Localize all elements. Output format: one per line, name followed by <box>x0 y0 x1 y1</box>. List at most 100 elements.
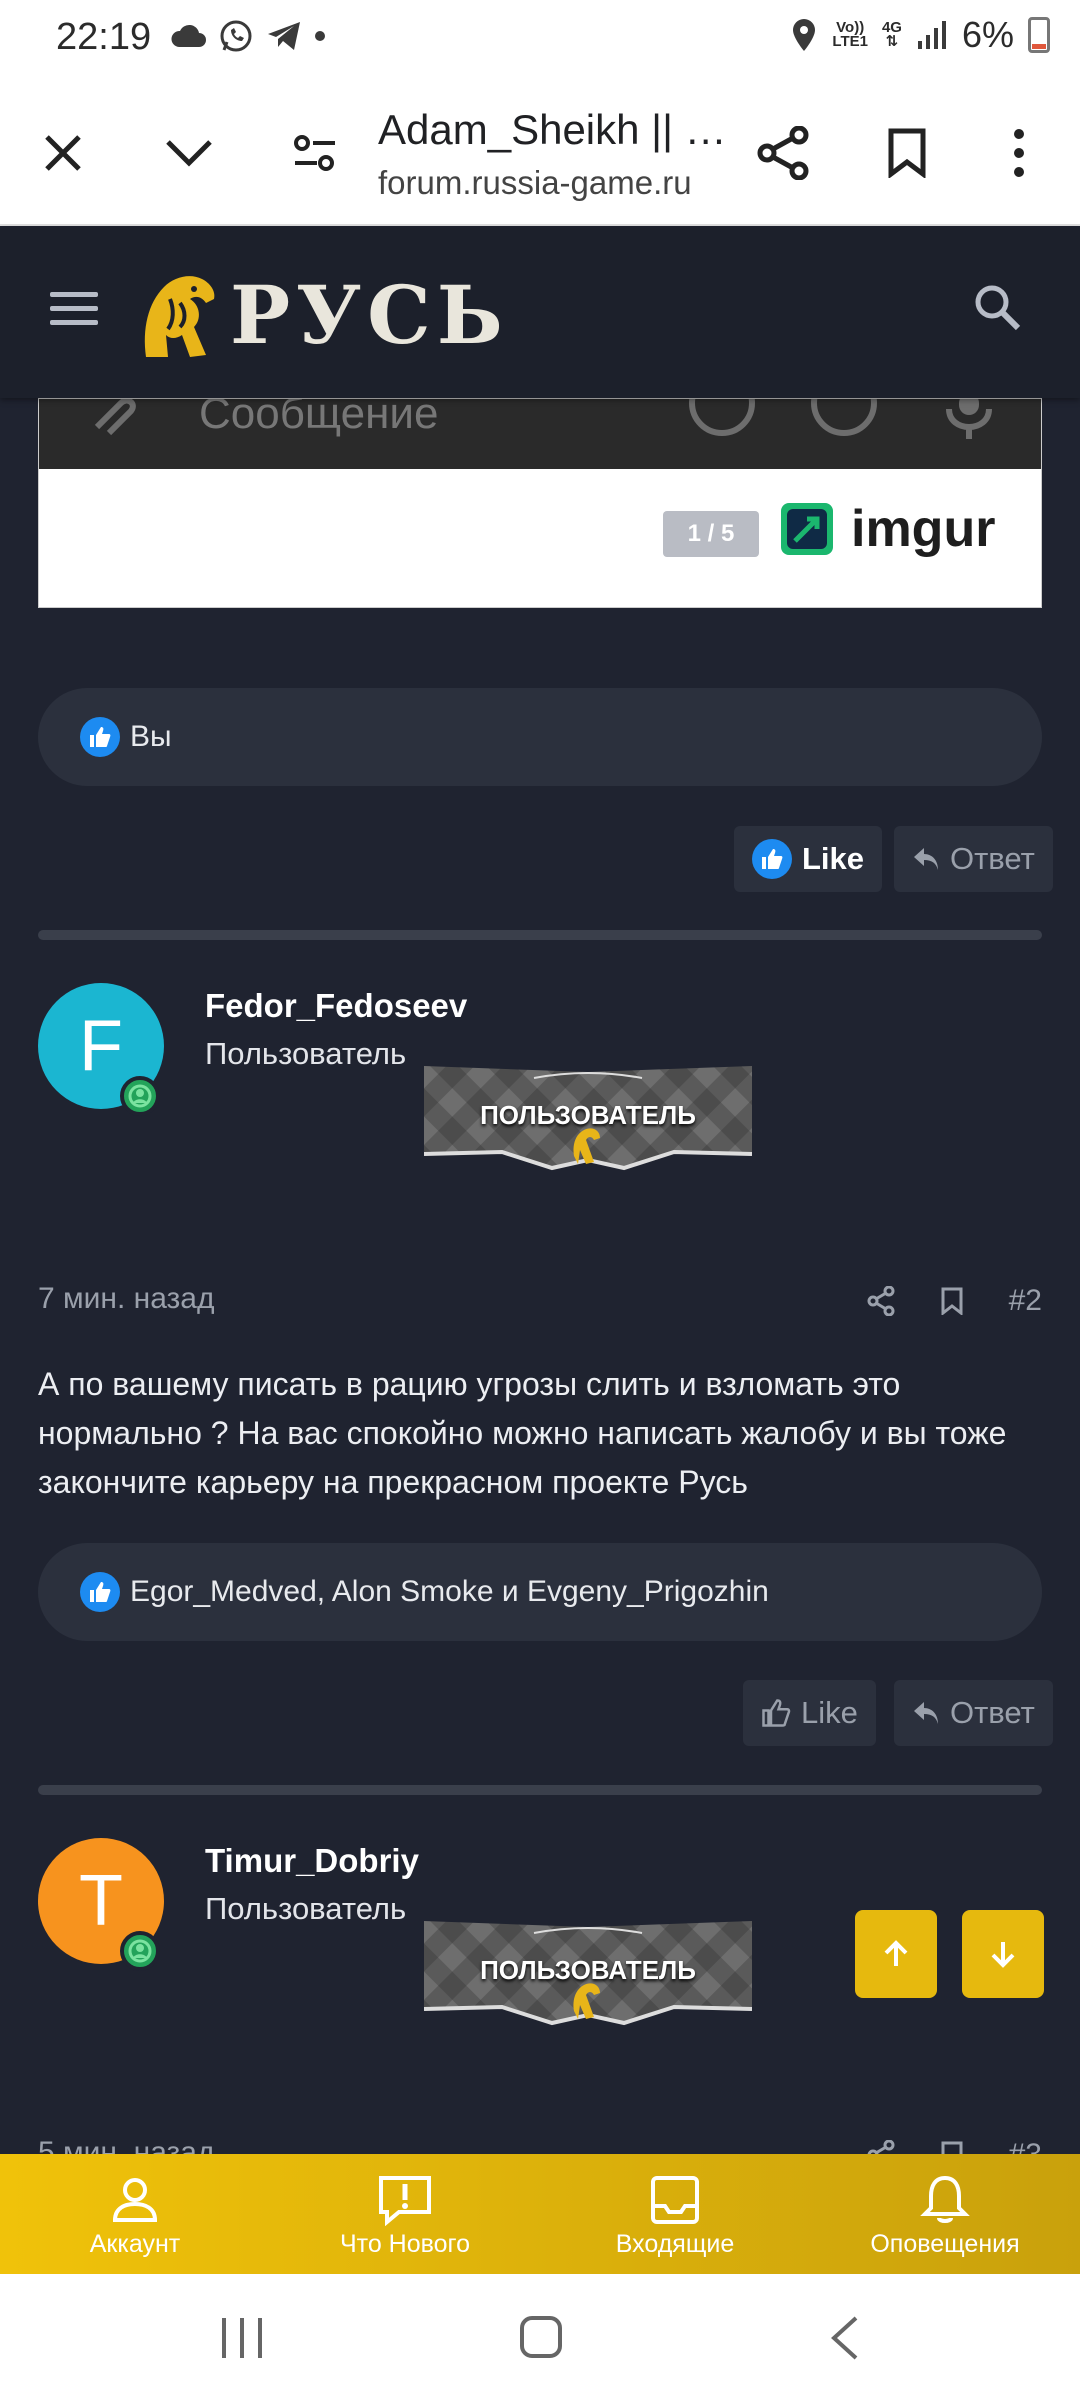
emoji-icon <box>689 399 755 436</box>
minimize-tab-button[interactable] <box>154 118 224 188</box>
share-icon <box>757 126 809 180</box>
user-rank-banner: ПОЛЬЗОВАТЕЛЬ <box>423 1060 753 1190</box>
nav-notifications-label: Оповещения <box>870 2230 1020 2258</box>
username[interactable]: Fedor_Fedoseev <box>205 987 467 1025</box>
signal-icon <box>917 21 946 49</box>
post-actions: #2 <box>867 1284 1042 1318</box>
user-title: Пользователь <box>205 1891 407 1926</box>
reply-label: Ответ <box>950 1695 1035 1730</box>
search-button[interactable] <box>972 282 1036 346</box>
reply-icon <box>914 1702 938 1724</box>
status-time: 22:19 <box>56 16 152 58</box>
more-vertical-icon <box>1014 129 1024 177</box>
close-icon <box>45 135 81 171</box>
close-tab-button[interactable] <box>28 118 98 188</box>
nav-inbox-label: Входящие <box>615 2230 735 2258</box>
browser-toolbar: Adam_Sheikh || … forum.russia-game.ru <box>0 80 1080 226</box>
imgur-logo-icon <box>781 503 833 555</box>
online-status-icon <box>120 1076 160 1116</box>
site-header: РУСЬ <box>0 228 1080 398</box>
status-notifications <box>170 18 326 54</box>
chevron-down-icon <box>166 140 212 167</box>
like-reaction-icon <box>80 717 120 757</box>
mic-icon <box>946 399 992 439</box>
reply-button[interactable]: Ответ <box>894 1680 1053 1746</box>
reply-button[interactable]: Ответ <box>894 826 1053 892</box>
reactions-bar[interactable]: Вы <box>38 688 1042 786</box>
user-icon <box>112 2178 158 2222</box>
bookmark-icon <box>888 128 926 178</box>
share-icon[interactable] <box>867 1286 895 1316</box>
site-logo-text: РУСЬ <box>230 268 509 362</box>
nav-notifications[interactable]: Оповещения <box>810 2154 1080 2274</box>
sticker-icon <box>811 399 877 436</box>
scroll-up-button[interactable] <box>855 1910 937 1998</box>
status-bar: 22:19 Vo)) LTE1 4G ⇅ 6% <box>0 0 1080 80</box>
image-pager: 1 / 5 <box>663 511 759 557</box>
scroll-down-button[interactable] <box>962 1910 1044 1998</box>
like-icon <box>752 839 792 879</box>
bookmark-button[interactable] <box>872 118 942 188</box>
volte-indicator: Vo)) LTE1 <box>832 19 868 50</box>
like-button[interactable]: Like <box>734 826 883 892</box>
share-button[interactable] <box>748 118 818 188</box>
bottom-navigation: Аккаунт Что Нового Входящие Оповещения <box>0 2154 1080 2274</box>
telegram-icon <box>268 22 300 50</box>
nav-account[interactable]: Аккаунт <box>0 2154 270 2274</box>
search-icon <box>975 285 1021 331</box>
dot-icon <box>315 31 325 41</box>
avatar-letter: F <box>79 1006 123 1086</box>
bookmark-icon[interactable] <box>941 1287 963 1315</box>
page-url[interactable]: forum.russia-game.ru <box>378 164 692 202</box>
like-label: Like <box>802 841 865 876</box>
cloud-icon <box>171 24 206 47</box>
reply-label: Ответ <box>950 841 1035 876</box>
battery-icon <box>1028 17 1050 53</box>
attach-icon <box>94 399 136 436</box>
menu-button[interactable] <box>50 292 98 330</box>
page-title: Adam_Sheikh || … <box>378 106 727 153</box>
bell-icon <box>920 2175 970 2223</box>
site-logo[interactable]: РУСЬ <box>136 268 509 362</box>
news-icon <box>379 2176 431 2226</box>
home-icon[interactable] <box>518 2314 564 2360</box>
like-button[interactable]: Like <box>743 1680 876 1746</box>
recent-apps-icon[interactable] <box>218 2316 266 2360</box>
username[interactable]: Timur_Dobriy <box>205 1842 419 1880</box>
embedded-screenshot: Сообщение <box>39 399 1041 469</box>
post-timestamp[interactable]: 7 мин. назад <box>38 1282 215 1316</box>
post-number[interactable]: #2 <box>1009 1284 1042 1318</box>
post-divider <box>38 1785 1042 1795</box>
arrow-down-icon <box>991 1942 1015 1968</box>
reactions-users[interactable]: Egor_Medved, Alon Smoke и Evgeny_Prigozh… <box>130 1575 769 1609</box>
imgur-wordmark[interactable]: imgur <box>851 499 995 559</box>
system-navigation-bar <box>0 2274 1080 2400</box>
location-icon <box>793 19 816 51</box>
battery-percent: 6% <box>961 14 1014 55</box>
rank-label: ПОЛЬЗОВАТЕЛЬ <box>480 1100 696 1130</box>
back-icon[interactable] <box>828 2314 860 2362</box>
imgur-embed[interactable]: Сообщение 1 / 5 imgur <box>38 398 1042 608</box>
more-menu-button[interactable] <box>984 118 1054 188</box>
reactions-users[interactable]: Вы <box>130 720 172 754</box>
whatsapp-icon <box>220 20 252 52</box>
online-status-icon <box>120 1931 160 1971</box>
rank-label: ПОЛЬЗОВАТЕЛЬ <box>480 1955 696 1985</box>
tune-icon <box>294 135 335 171</box>
nav-whats-new[interactable]: Что Нового <box>270 2154 540 2274</box>
post-body: А по вашему писать в рацию угрозы слить … <box>38 1366 1007 1500</box>
horse-logo-icon <box>144 276 215 357</box>
arrow-up-icon <box>884 1940 908 1966</box>
page-settings-button[interactable] <box>280 118 350 188</box>
nav-inbox[interactable]: Входящие <box>540 2154 810 2274</box>
post-divider <box>38 930 1042 940</box>
avatar-letter: T <box>79 1861 123 1941</box>
status-system-icons: Vo)) LTE1 4G ⇅ 6% <box>790 14 1050 56</box>
reactions-bar[interactable]: Egor_Medved, Alon Smoke и Evgeny_Prigozh… <box>38 1543 1042 1641</box>
like-label: Like <box>801 1695 858 1730</box>
like-reaction-icon <box>80 1572 120 1612</box>
embedded-message-placeholder: Сообщение <box>199 398 439 438</box>
thumbs-up-icon <box>762 1699 791 1727</box>
user-rank-banner: ПОЛЬЗОВАТЕЛЬ <box>423 1915 753 2045</box>
reply-icon <box>914 848 938 870</box>
